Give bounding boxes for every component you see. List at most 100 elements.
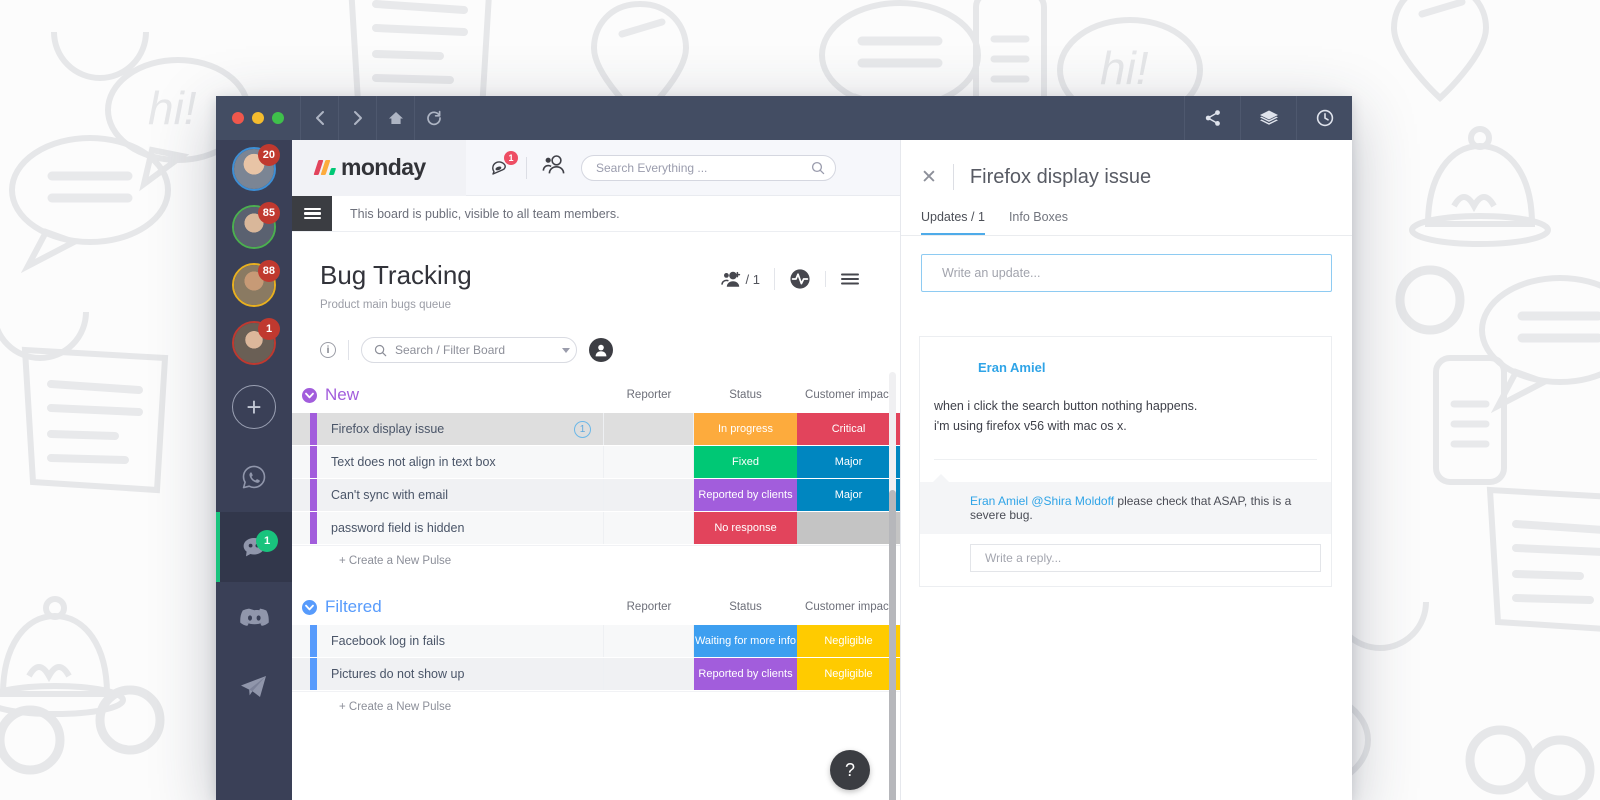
create-new-pulse-button[interactable]: + Create a New Pulse [292, 691, 900, 721]
cell-status[interactable]: In progress [694, 413, 797, 445]
back-button[interactable] [300, 96, 338, 140]
rail-app-messages[interactable]: 1 [216, 512, 292, 582]
chevron-right-icon [353, 111, 362, 125]
column-header-impact[interactable]: Customer impact [797, 389, 900, 401]
reply-author-name[interactable]: Eran Amiel [970, 494, 1028, 508]
write-update-input[interactable]: Write an update... [921, 254, 1332, 292]
minimize-window-button[interactable] [252, 112, 264, 124]
workspace-avatar-2[interactable]: 85 [216, 198, 292, 256]
cell-impact[interactable]: Critical [797, 413, 900, 445]
search-everything-input[interactable]: Search Everything ... [581, 154, 836, 181]
create-new-pulse-button[interactable]: + Create a New Pulse [292, 545, 900, 575]
cell-reporter[interactable] [604, 413, 694, 445]
notifications-button[interactable]: 1 [488, 150, 518, 180]
table-row[interactable]: Pictures do not show up Reported by clie… [292, 658, 900, 690]
board-activity-button[interactable] [774, 268, 825, 290]
table-row[interactable]: Text does not align in text box Fixed Ma… [292, 446, 900, 478]
column-header-reporter[interactable]: Reporter [604, 389, 694, 401]
add-workspace-button[interactable]: + [216, 372, 292, 442]
filter-by-person-button[interactable] [589, 338, 613, 362]
help-button[interactable]: ? [830, 750, 870, 790]
cell-reporter[interactable] [604, 625, 694, 657]
cell-reporter[interactable] [604, 479, 694, 511]
cell-impact[interactable] [797, 512, 900, 544]
cell-impact[interactable]: Major [797, 479, 900, 511]
table-row[interactable]: Facebook log in fails Waiting for more i… [292, 625, 900, 657]
invite-people-button[interactable] [541, 154, 567, 181]
forward-button[interactable] [338, 96, 376, 140]
column-headers: Reporter Status Customer impact [604, 601, 900, 613]
header-divider [526, 156, 527, 179]
tab-info-boxes[interactable]: Info Boxes [1009, 210, 1068, 235]
board-info-button[interactable]: i [320, 342, 336, 358]
workspace-avatar-4[interactable]: 1 [216, 314, 292, 372]
monday-logo[interactable]: monday [292, 139, 466, 196]
group-name[interactable]: New [325, 385, 359, 405]
board-group-filtered: Filtered Reporter Status Customer impact… [292, 597, 900, 721]
cell-status[interactable]: Waiting for more info [694, 625, 797, 657]
workspace-avatar-1[interactable]: 20 [216, 140, 292, 198]
cell-impact[interactable]: Negligible [797, 658, 900, 690]
maximize-window-button[interactable] [272, 112, 284, 124]
avatar-badge: 85 [257, 202, 280, 224]
board-header: Bug Tracking / 1 [292, 232, 900, 291]
update-line: i'm using firefox v56 with mac os x. [934, 419, 1127, 433]
rail-app-discord[interactable] [216, 582, 292, 652]
board-members-button[interactable]: / 1 [707, 270, 774, 288]
avatar-badge: 1 [258, 318, 280, 340]
tab-updates[interactable]: Updates / 1 [921, 210, 985, 235]
search-everything-placeholder: Search Everything ... [596, 160, 708, 175]
row-group-color [310, 479, 317, 511]
cell-reporter[interactable] [604, 658, 694, 690]
filter-board-input[interactable]: Search / Filter Board [361, 337, 577, 363]
board-menu-button[interactable] [825, 271, 874, 287]
reply-mention[interactable]: @Shira Moldoff [1031, 494, 1114, 508]
column-header-status[interactable]: Status [694, 389, 797, 401]
column-header-impact[interactable]: Customer impact [797, 601, 900, 613]
table-row[interactable]: Can't sync with email Reported by client… [292, 479, 900, 511]
close-panel-button[interactable]: ✕ [921, 168, 953, 187]
workspace-avatar-3[interactable]: 88 [216, 256, 292, 314]
table-row[interactable]: Firefox display issue 1 In progress Crit… [292, 413, 900, 445]
close-window-button[interactable] [232, 112, 244, 124]
share-button[interactable] [1184, 96, 1240, 140]
group-collapse-toggle[interactable] [302, 387, 317, 403]
plus-icon: + [232, 385, 276, 429]
cell-impact[interactable]: Negligible [797, 625, 900, 657]
table-row[interactable]: password field is hidden No response [292, 512, 900, 544]
chevron-down-icon[interactable] [562, 347, 570, 353]
group-header: New Reporter Status Customer impact [292, 385, 900, 405]
history-button[interactable] [1296, 96, 1352, 140]
row-updates-badge[interactable]: 1 [574, 420, 591, 438]
row-title[interactable]: Firefox display issue 1 [317, 413, 604, 445]
row-title[interactable]: Can't sync with email [317, 479, 604, 511]
column-header-reporter[interactable]: Reporter [604, 601, 694, 613]
cell-status[interactable]: No response [694, 512, 797, 544]
sidebar-toggle-button[interactable] [292, 196, 332, 231]
cell-status[interactable]: Fixed [694, 446, 797, 478]
rail-app-whatsapp[interactable] [216, 442, 292, 512]
cell-reporter[interactable] [604, 446, 694, 478]
update-author-name[interactable]: Eran Amiel [978, 360, 1045, 375]
board-scrollbar-thumb[interactable] [889, 490, 896, 800]
chevron-down-icon [305, 604, 314, 610]
clock-icon [1316, 109, 1333, 127]
rail-app-telegram[interactable] [216, 652, 292, 722]
group-collapse-toggle[interactable] [302, 599, 317, 615]
row-title[interactable]: Facebook log in fails [317, 625, 604, 657]
layers-icon [1259, 110, 1278, 125]
home-button[interactable] [376, 96, 414, 140]
cell-impact[interactable]: Major [797, 446, 900, 478]
cell-reporter[interactable] [604, 512, 694, 544]
group-name[interactable]: Filtered [325, 597, 382, 617]
row-title[interactable]: password field is hidden [317, 512, 604, 544]
write-reply-input[interactable]: Write a reply... [970, 544, 1321, 572]
column-header-status[interactable]: Status [694, 601, 797, 613]
layers-button[interactable] [1240, 96, 1296, 140]
row-title-text: Can't sync with email [331, 488, 449, 502]
cell-status[interactable]: Reported by clients [694, 658, 797, 690]
cell-status[interactable]: Reported by clients [694, 479, 797, 511]
row-title[interactable]: Text does not align in text box [317, 446, 604, 478]
row-title[interactable]: Pictures do not show up [317, 658, 604, 690]
reload-button[interactable] [414, 96, 452, 140]
